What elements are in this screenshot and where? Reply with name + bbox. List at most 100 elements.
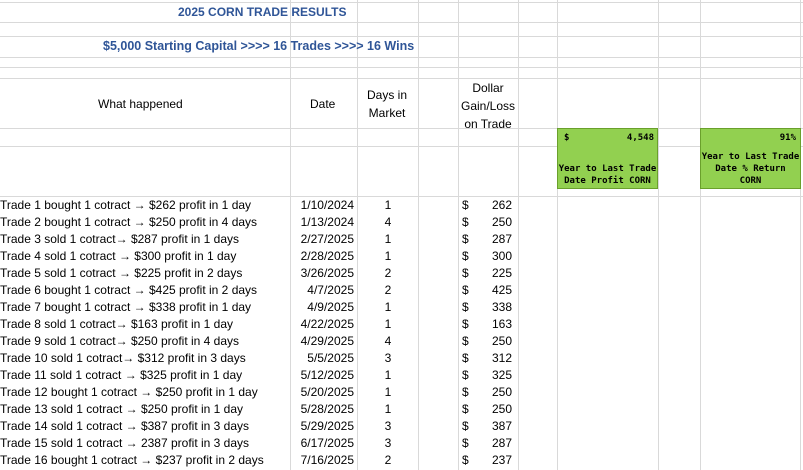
profit-label-line2: Date Profit CORN [564,176,651,186]
return-value: 91% [779,133,796,143]
trade-amount: 338 [491,300,512,314]
trade-currency: $ [462,266,469,280]
header-what-happened: What happened [98,97,183,111]
trade-currency: $ [462,300,469,314]
return-label-line2: Date % Return [715,164,786,174]
trade-days: 1 [384,249,392,263]
trade-date: 4/22/2025 [300,317,354,331]
header-dollar-line1: Dollar [472,81,504,95]
header-date: Date [310,97,336,111]
table-row: Trade 6 bought 1 cotract → $425 profit i… [0,282,803,299]
trade-amount: 250 [491,334,512,348]
table-row: Trade 8 sold 1 cotract→ $163 profit in 1… [0,316,803,333]
return-label-line3: CORN [739,176,762,186]
trade-currency: $ [462,249,469,263]
trade-date: 1/10/2024 [300,198,354,212]
header-days-line2: Market [368,106,406,120]
trade-amount: 325 [491,368,512,382]
trade-days: 1 [384,300,392,314]
trade-description: Trade 16 bought 1 cotract → $237 profit … [0,453,264,467]
trade-amount: 387 [491,419,512,433]
trade-date: 4/9/2025 [307,300,354,314]
trade-date: 3/26/2025 [300,266,354,280]
table-row: Trade 5 sold 1 cotract → $225 profit in … [0,265,803,282]
trade-currency: $ [462,368,469,382]
trade-days: 2 [384,266,392,280]
table-row: Trade 1 bought 1 cotract → $262 profit i… [0,197,803,214]
trade-currency: $ [462,453,469,467]
trade-currency: $ [462,198,469,212]
trade-amount: 250 [491,385,512,399]
trade-amount: 163 [491,317,512,331]
header-days-in-market: Days in Market [364,86,410,122]
table-row: Trade 12 bought 1 cotract → $250 profit … [0,384,803,401]
trade-amount: 287 [491,232,512,246]
profit-currency: $ [564,133,570,143]
table-row: Trade 14 sold 1 cotract → $387 profit in… [0,418,803,435]
table-row: Trade 16 bought 1 cotract → $237 profit … [0,452,803,469]
return-label: Year to Last Trade Date % Return CORN [700,151,801,187]
table-row: Trade 10 sold 1 cotract→ $312 profit in … [0,350,803,367]
table-row: Trade 2 bought 1 cotract → $250 profit i… [0,214,803,231]
trade-description: Trade 3 sold 1 cotract→ $287 profit in 1… [0,232,240,246]
header-dollar-line3: on Trade [464,117,512,131]
trade-date: 5/5/2025 [307,351,354,365]
trade-date: 5/12/2025 [300,368,354,382]
trade-currency: $ [462,419,469,433]
trade-description: Trade 12 bought 1 cotract → $250 profit … [0,385,258,399]
trade-description: Trade 14 sold 1 cotract → $387 profit in… [0,419,250,433]
trade-date: 5/29/2025 [300,419,354,433]
table-row: Trade 9 sold 1 cotract→ $250 profit in 4… [0,333,803,350]
table-row: Trade 15 sold 1 cotract → 2387 profit in… [0,435,803,452]
trade-date: 2/27/2025 [300,232,354,246]
trade-days: 1 [384,317,392,331]
trade-currency: $ [462,215,469,229]
table-row: Trade 7 bought 1 cotract → $338 profit i… [0,299,803,316]
trade-currency: $ [462,351,469,365]
trade-days: 2 [384,453,392,467]
trade-days: 1 [384,368,392,382]
trade-days: 4 [384,334,392,348]
trade-date: 5/28/2025 [300,402,354,416]
trade-currency: $ [462,436,469,450]
trade-currency: $ [462,232,469,246]
trade-currency: $ [462,334,469,348]
trade-date: 4/7/2025 [307,283,354,297]
profit-label: Year to Last Trade Date Profit CORN [557,163,658,187]
table-row: Trade 3 sold 1 cotract→ $287 profit in 1… [0,231,803,248]
trade-description: Trade 9 sold 1 cotract→ $250 profit in 4… [0,334,240,348]
table-row: Trade 4 sold 1 cotract → $300 profit in … [0,248,803,265]
trade-days: 1 [384,232,392,246]
trade-description: Trade 5 sold 1 cotract → $225 profit in … [0,266,243,280]
trade-amount: 262 [491,198,512,212]
trade-currency: $ [462,283,469,297]
trade-days: 1 [384,402,392,416]
profit-label-line1: Year to Last Trade [558,164,657,174]
trade-description: Trade 6 bought 1 cotract → $425 profit i… [0,283,258,297]
trade-amount: 237 [491,453,512,467]
trade-days: 3 [384,419,392,433]
trade-description: Trade 10 sold 1 cotract→ $312 profit in … [0,351,246,365]
sheet-subtitle: $5,000 Starting Capital >>>> 16 Trades >… [103,39,415,53]
trade-date: 1/13/2024 [300,215,354,229]
trade-currency: $ [462,402,469,416]
trade-description: Trade 4 sold 1 cotract → $300 profit in … [0,249,237,263]
trade-currency: $ [462,317,469,331]
trade-description: Trade 2 bought 1 cotract → $250 profit i… [0,215,258,229]
trade-currency: $ [462,385,469,399]
trade-amount: 312 [491,351,512,365]
trade-description: Trade 11 sold 1 cotract → $325 profit in… [0,368,243,382]
trade-days: 3 [384,436,392,450]
trade-date: 5/20/2025 [300,385,354,399]
trade-amount: 225 [491,266,512,280]
return-label-line1: Year to Last Trade [701,152,800,162]
trade-description: Trade 8 sold 1 cotract→ $163 profit in 1… [0,317,234,331]
table-row: Trade 11 sold 1 cotract → $325 profit in… [0,367,803,384]
trade-days: 3 [384,351,392,365]
trade-description: Trade 7 bought 1 cotract → $338 profit i… [0,300,252,314]
trade-amount: 287 [491,436,512,450]
trade-description: Trade 15 sold 1 cotract → 2387 profit in… [0,436,250,450]
trade-days: 4 [384,215,392,229]
trade-date: 2/28/2025 [300,249,354,263]
header-days-line1: Days in [366,88,407,102]
